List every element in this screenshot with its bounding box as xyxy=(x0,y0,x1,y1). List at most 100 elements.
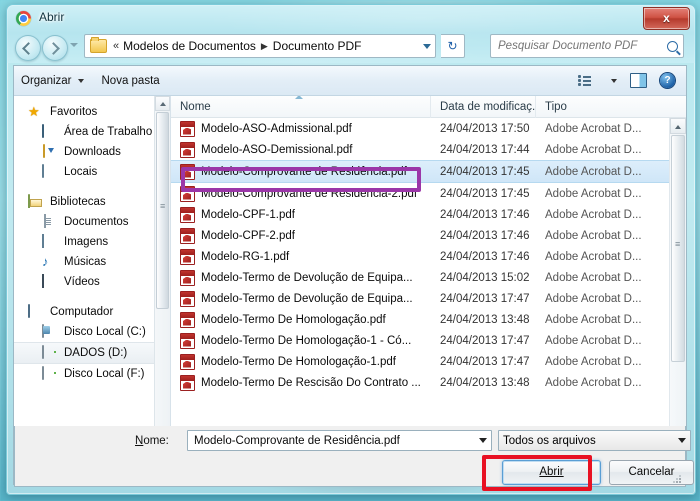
table-row[interactable]: Modelo-Termo De Homologação.pdf 24/04/201… xyxy=(171,309,670,330)
filename-label-rest: ome: xyxy=(143,435,169,447)
forward-arrow-icon[interactable] xyxy=(42,35,68,61)
file-name-cell: Modelo-ASO-Admissional.pdf xyxy=(171,121,431,137)
filename-chevron-down-icon[interactable] xyxy=(479,438,487,443)
file-type-filter-select[interactable]: Todos os arquivos xyxy=(498,430,691,451)
sidebar-item-label: Músicas xyxy=(64,256,106,268)
sidebar-spacer xyxy=(14,292,170,302)
table-row[interactable]: Modelo-ASO-Demissional.pdf24/04/2013 17:… xyxy=(171,139,670,160)
history-chevron-down-icon[interactable] xyxy=(70,43,78,47)
pdf-file-icon xyxy=(180,333,195,349)
close-button[interactable]: x xyxy=(643,7,690,30)
table-row[interactable]: Modelo-Termo De Homologação-1.pdf24/04/2… xyxy=(171,351,670,372)
network-places-icon xyxy=(42,165,58,179)
table-row[interactable]: Modelo-Comprovante de Residência.pdf24/0… xyxy=(171,160,670,183)
file-name-label: Modelo-Termo de Devolução de Equipa... xyxy=(201,293,413,305)
file-name-label: Modelo-ASO-Admissional.pdf xyxy=(201,123,352,135)
new-folder-button[interactable]: Nova pasta xyxy=(102,75,160,87)
search-input[interactable] xyxy=(496,39,667,53)
file-name-label: Modelo-Termo De Homologação.pdf xyxy=(201,314,386,326)
table-row[interactable]: Modelo-Termo De Homologação-1 - Có...24/… xyxy=(171,330,670,351)
sidebar-group-bibliotecas[interactable]: Bibliotecas xyxy=(14,192,170,212)
preview-pane-icon[interactable] xyxy=(630,73,647,88)
folder-icon xyxy=(90,39,107,53)
vertical-scroll-thumb[interactable] xyxy=(671,135,685,362)
sidebar-item-documentos[interactable]: Documentos xyxy=(14,212,170,232)
file-date-cell: 24/04/2013 17:45 xyxy=(431,166,536,178)
file-name-cell: Modelo-Termo De Homologação-1 - Có... xyxy=(171,333,431,349)
scroll-up-icon[interactable] xyxy=(670,118,686,134)
views-chevron-down-icon[interactable] xyxy=(611,79,617,83)
breadcrumb-overflow[interactable]: « xyxy=(113,40,119,52)
file-date-cell: 24/04/2013 17:46 xyxy=(431,230,536,242)
sidebar-group-favoritos[interactable]: ★ Favoritos xyxy=(14,102,170,122)
sidebar-item-downloads[interactable]: Downloads xyxy=(14,142,170,162)
table-row[interactable]: Modelo-Termo de Devolução de Equipa...24… xyxy=(171,267,670,288)
search-box[interactable] xyxy=(490,34,684,58)
sidebar-item-area-de-trabalho[interactable]: Área de Trabalho xyxy=(14,122,170,142)
file-name-cell: Modelo-CPF-1.pdf xyxy=(171,207,431,223)
breadcrumb[interactable]: « Modelos de Documentos ▶ Documento PDF xyxy=(84,34,436,58)
file-name-cell: Modelo-ASO-Demissional.pdf xyxy=(171,142,431,158)
open-button[interactable]: Abrir xyxy=(502,460,601,485)
filename-combobox[interactable] xyxy=(187,430,492,451)
filter-chevron-down-icon[interactable] xyxy=(678,438,686,443)
table-row[interactable]: Modelo-Termo de Devolução de Equipa... 24… xyxy=(171,288,670,309)
desktop-background: Abrir x « Modelos de Documentos ▶ Docume… xyxy=(0,0,700,501)
sidebar-item-musicas[interactable]: ♪ Músicas xyxy=(14,252,170,272)
drive-icon xyxy=(42,367,58,381)
column-header-nome[interactable]: Nome xyxy=(171,96,431,118)
back-arrow-icon[interactable] xyxy=(15,35,41,61)
downloads-icon xyxy=(42,145,58,159)
sidebar-item-label: DADOS (D:) xyxy=(64,347,127,359)
drive-icon xyxy=(42,346,58,360)
table-row[interactable]: Modelo-Comprovante de Residência-2.pdf24… xyxy=(171,183,670,204)
pdf-file-icon xyxy=(180,375,195,391)
table-row[interactable]: Modelo-RG-1.pdf24/04/2013 17:46Adobe Acr… xyxy=(171,246,670,267)
pdf-file-icon xyxy=(180,164,195,180)
file-type-filter-value: Todos os arquivos xyxy=(503,435,596,447)
column-header-tipo[interactable]: Tipo xyxy=(536,96,656,118)
sidebar-item-locais[interactable]: Locais xyxy=(14,162,170,182)
command-toolbar: Organizar Nova pasta ? xyxy=(14,66,686,96)
column-header-data[interactable]: Data de modificaç... xyxy=(431,96,536,118)
sidebar-item-dados-d[interactable]: DADOS (D:) xyxy=(14,342,170,364)
table-row[interactable]: Modelo-CPF-1.pdf24/04/2013 17:46Adobe Ac… xyxy=(171,204,670,225)
table-row[interactable]: Modelo-ASO-Admissional.pdf24/04/2013 17:… xyxy=(171,118,670,139)
file-name-label: Modelo-ASO-Demissional.pdf xyxy=(201,144,352,156)
chrome-logo-icon xyxy=(16,11,31,26)
organize-button[interactable]: Organizar xyxy=(21,75,84,87)
file-name-label: Modelo-Termo De Rescisão Do Contrato ... xyxy=(201,377,421,389)
file-type-cell: Adobe Acrobat D... xyxy=(536,144,656,156)
system-drive-icon xyxy=(42,325,58,339)
pdf-file-icon xyxy=(180,186,195,202)
breadcrumb-item-1[interactable]: Documento PDF xyxy=(273,39,362,53)
sidebar-item-videos[interactable]: Vídeos xyxy=(14,272,170,292)
pdf-file-icon xyxy=(180,270,195,286)
file-list-vertical-scrollbar[interactable] xyxy=(669,118,686,467)
help-icon[interactable]: ? xyxy=(660,73,675,88)
filename-input[interactable] xyxy=(192,434,475,448)
resize-grip-icon[interactable] xyxy=(672,474,682,484)
table-row[interactable]: Modelo-CPF-2.pdf24/04/2013 17:46Adobe Ac… xyxy=(171,225,670,246)
view-list-icon[interactable] xyxy=(578,74,592,87)
sidebar-scroll-thumb[interactable] xyxy=(156,112,169,309)
sidebar-scroll-up-icon[interactable] xyxy=(155,96,170,111)
dialog-footer: Nome: Todos os arquivos Abrir Cancelar xyxy=(14,426,686,487)
pdf-file-icon xyxy=(180,121,195,137)
file-date-cell: 24/04/2013 13:48 xyxy=(431,314,536,326)
breadcrumb-item-0[interactable]: Modelos de Documentos xyxy=(123,39,256,53)
file-name-cell: Modelo-RG-1.pdf xyxy=(171,249,431,265)
sidebar-item-disco-local-c[interactable]: Disco Local (C:) xyxy=(14,322,170,342)
pdf-file-icon xyxy=(180,354,195,370)
file-date-cell: 24/04/2013 17:47 xyxy=(431,293,536,305)
sidebar-group-computador[interactable]: Computador xyxy=(14,302,170,322)
file-date-cell: 24/04/2013 17:47 xyxy=(431,335,536,347)
file-name-cell: Modelo-Comprovante de Residência.pdf xyxy=(171,164,431,180)
sidebar-item-imagens[interactable]: Imagens xyxy=(14,232,170,252)
sidebar-item-disco-local-f[interactable]: Disco Local (F:) xyxy=(14,364,170,384)
refresh-icon[interactable]: ↻ xyxy=(441,34,465,58)
file-name-label: Modelo-CPF-1.pdf xyxy=(201,209,295,221)
table-row[interactable]: Modelo-Termo De Rescisão Do Contrato ...… xyxy=(171,372,670,393)
breadcrumb-chevron-down-icon[interactable] xyxy=(423,44,431,49)
pdf-file-icon xyxy=(180,207,195,223)
